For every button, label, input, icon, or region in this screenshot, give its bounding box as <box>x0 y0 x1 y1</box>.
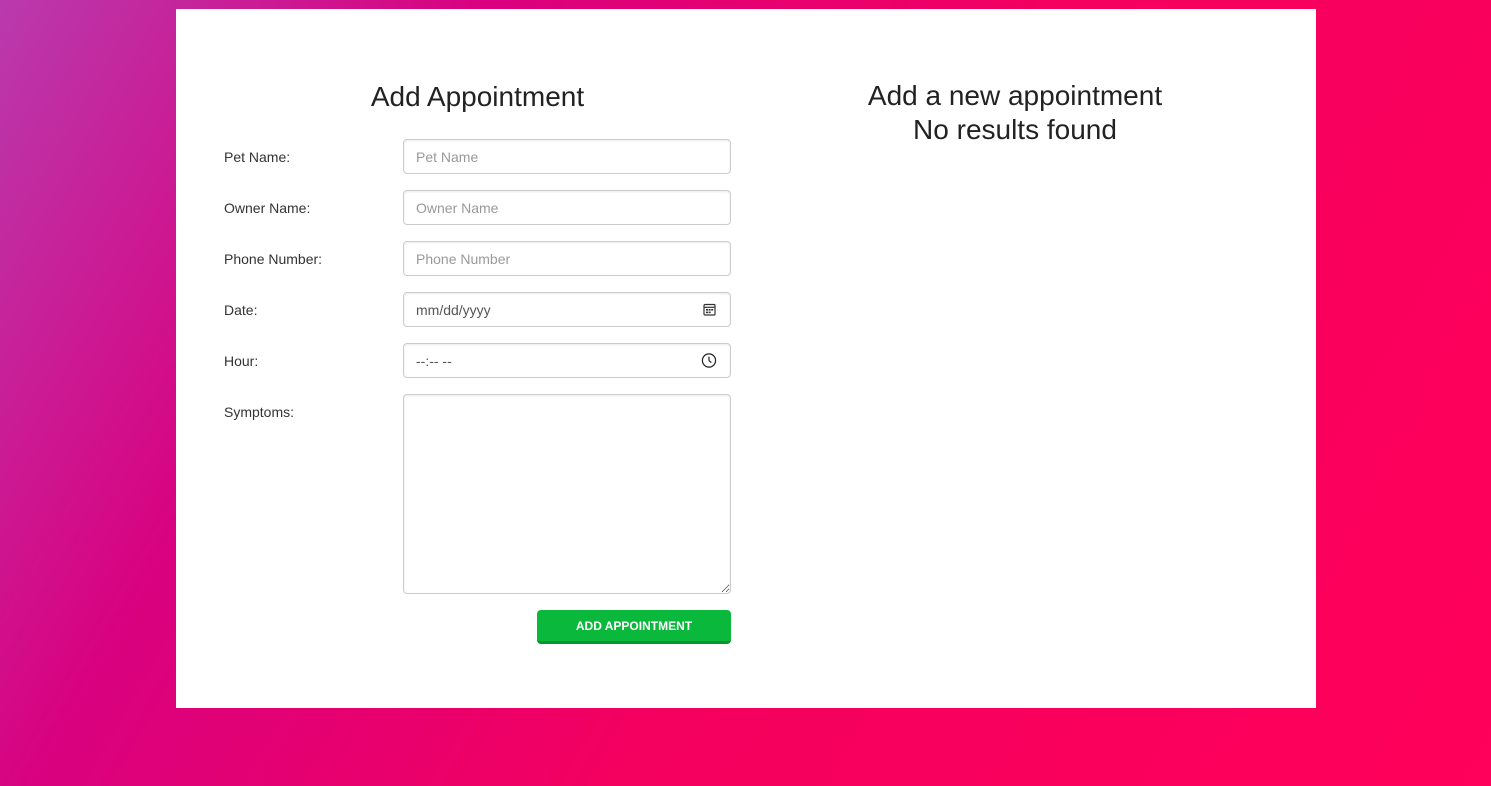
hour-label: Hour: <box>224 353 259 369</box>
symptoms-label: Symptoms: <box>224 404 295 420</box>
form-title: Add Appointment <box>370 81 585 112</box>
phone-number-input[interactable] <box>403 241 731 276</box>
hour-value: --:-- -- <box>416 352 452 369</box>
appointment-card: Add Appointment Pet Name: Owner Name: Ph… <box>176 9 1316 708</box>
hour-input[interactable]: --:-- -- <box>403 343 731 378</box>
no-results-message: No results found <box>913 114 1117 145</box>
owner-name-label: Owner Name: <box>224 200 311 216</box>
results-title: Add a new appointment <box>867 80 1163 111</box>
date-label: Date: <box>224 302 258 318</box>
phone-number-label: Phone Number: <box>224 251 323 267</box>
calendar-icon[interactable] <box>701 302 717 318</box>
appointments-panel: Add a new appointment No results found <box>776 79 1254 147</box>
date-value: mm/dd/yyyy <box>416 301 491 318</box>
owner-name-input[interactable] <box>403 190 731 225</box>
clock-icon[interactable] <box>701 353 717 369</box>
pet-name-label: Pet Name: <box>224 149 291 165</box>
date-input[interactable]: mm/dd/yyyy <box>403 292 731 327</box>
symptoms-textarea[interactable] <box>403 394 731 594</box>
add-appointment-button[interactable]: ADD APPOINTMENT <box>537 610 731 644</box>
appointment-form: Add Appointment Pet Name: Owner Name: Ph… <box>224 79 731 644</box>
pet-name-input[interactable] <box>403 139 731 174</box>
